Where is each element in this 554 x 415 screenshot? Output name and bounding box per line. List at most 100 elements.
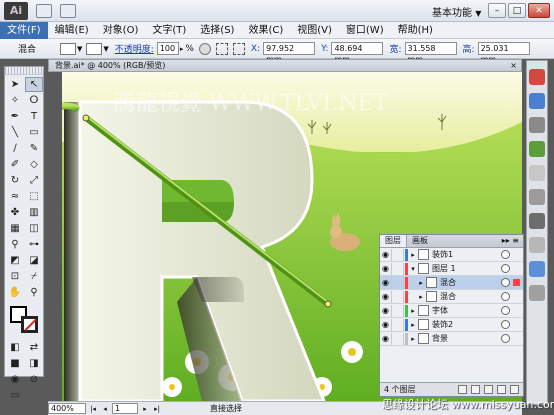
lock-toggle-icon[interactable] (392, 332, 404, 345)
layer-row[interactable]: ◉ ▸ 背景 (380, 332, 523, 346)
anchor-point[interactable] (324, 300, 332, 308)
layer-row[interactable]: ◉ ▸ 装饰1 (380, 248, 523, 262)
layer-row[interactable]: ◉ ▸ 装饰2 (380, 318, 523, 332)
lasso-tool-icon[interactable]: ⵔ (25, 93, 43, 108)
prev-page-icon[interactable]: ◂ (100, 404, 110, 414)
fill-stroke-widget[interactable] (7, 306, 43, 334)
stroke-swatch[interactable] (86, 42, 103, 55)
minimize-button[interactable]: – (488, 3, 506, 18)
chevron-down-icon[interactable]: ▼ (103, 45, 108, 53)
menu-view[interactable]: 视图(V) (290, 22, 339, 39)
workspace-switcher[interactable]: 基本功能 ▼ (432, 4, 481, 19)
eyedropper-tool-icon[interactable]: ⚲ (6, 237, 24, 252)
tab-layers[interactable]: 图层 (380, 235, 407, 247)
anchor-point[interactable] (82, 114, 90, 122)
pencil-tool-icon[interactable]: ✎ (25, 141, 43, 156)
clipping-mask-icon[interactable] (471, 385, 480, 394)
menu-window[interactable]: 窗口(W) (339, 22, 391, 39)
target-circle-icon[interactable] (501, 320, 510, 329)
none-mode-icon[interactable]: ⊘ (25, 372, 43, 387)
scale-tool-icon[interactable]: ⤢ (25, 173, 43, 188)
layer-row[interactable]: ◉ ▸ 混合 (380, 290, 523, 304)
chevron-right-icon[interactable]: ▸ (416, 279, 426, 287)
target-circle-icon[interactable] (501, 264, 510, 273)
graph-tool-icon[interactable]: ▥ (25, 205, 43, 220)
tab-artboards[interactable]: 画板 (407, 235, 433, 247)
gradient-mode-icon[interactable]: ◨ (25, 356, 43, 371)
visibility-eye-icon[interactable]: ◉ (380, 318, 392, 331)
color-mode-icon[interactable]: ■ (6, 356, 24, 371)
stroke-panel-icon[interactable] (529, 165, 545, 181)
menu-edit[interactable]: 编辑(E) (48, 22, 96, 39)
line-tool-icon[interactable]: ╲ (6, 125, 24, 140)
target-circle-icon[interactable] (501, 250, 510, 259)
layers-panel-icon[interactable] (529, 261, 545, 277)
screen-mode-icon[interactable]: ▭ (6, 388, 24, 403)
chevron-down-icon[interactable]: ▼ (77, 45, 82, 53)
menu-help[interactable]: 帮助(H) (391, 22, 440, 39)
type-tool-icon[interactable]: T (25, 109, 43, 124)
chevron-right-icon[interactable]: ▸ (408, 321, 418, 329)
zoom-input[interactable]: 400% (48, 403, 86, 414)
visibility-eye-icon[interactable]: ◉ (380, 276, 392, 289)
menu-type[interactable]: 文字(T) (145, 22, 193, 39)
appearance-panel-icon[interactable] (529, 237, 545, 253)
lock-toggle-icon[interactable] (392, 262, 404, 275)
document-tab[interactable]: 背景.ai* @ 400% (RGB/预览) × (48, 59, 522, 72)
swap-colors-icon[interactable]: ⇄ (25, 340, 43, 355)
fill-swatch[interactable] (60, 42, 77, 55)
artboard-tool-icon[interactable]: ⊡ (6, 269, 24, 284)
eraser-tool-icon[interactable]: ◇ (25, 157, 43, 172)
close-button[interactable]: ✕ (528, 3, 550, 18)
locate-object-icon[interactable] (458, 385, 467, 394)
draw-mode-icon[interactable]: ◉ (6, 372, 24, 387)
trash-icon[interactable] (510, 385, 519, 394)
chevron-right-icon[interactable]: ▸ (408, 251, 418, 259)
first-page-icon[interactable]: |◂ (88, 404, 98, 414)
selection-tool-icon[interactable]: ➤ (6, 77, 24, 92)
arrange-documents-icon[interactable] (60, 3, 76, 18)
lock-toggle-icon[interactable] (392, 318, 404, 331)
align-icon[interactable] (215, 42, 228, 55)
last-page-icon[interactable]: ▸| (152, 404, 162, 414)
reference-point-icon[interactable] (232, 42, 245, 55)
brushes-panel-icon[interactable] (529, 117, 545, 133)
visibility-eye-icon[interactable]: ◉ (380, 332, 392, 345)
color-panel-icon[interactable] (529, 69, 545, 85)
blob-brush-tool-icon[interactable]: ✐ (6, 157, 24, 172)
recolor-icon[interactable] (198, 42, 211, 55)
visibility-eye-icon[interactable]: ◉ (380, 248, 392, 261)
visibility-eye-icon[interactable]: ◉ (380, 290, 392, 303)
lock-toggle-icon[interactable] (392, 276, 404, 289)
target-circle-icon[interactable] (501, 278, 510, 287)
chevron-right-icon[interactable]: ▸ (408, 335, 418, 343)
warp-tool-icon[interactable]: ≈ (6, 189, 24, 204)
height-input[interactable]: 25.031 mm (477, 42, 530, 64)
layer-row[interactable]: ◉ ▾ 图层 1 (380, 262, 523, 276)
width-input[interactable]: 31.558 mm (404, 42, 457, 64)
visibility-eye-icon[interactable]: ◉ (380, 304, 392, 317)
menu-object[interactable]: 对象(O) (96, 22, 146, 39)
symbol-sprayer-tool-icon[interactable]: ✤ (6, 205, 24, 220)
gradient-tool-icon[interactable]: ◫ (25, 221, 43, 236)
rectangle-tool-icon[interactable]: ▭ (25, 125, 43, 140)
live-paint-selection-icon[interactable]: ◪ (25, 253, 43, 268)
magic-wand-tool-icon[interactable]: ✧ (6, 93, 24, 108)
maximize-button[interactable]: □ (508, 3, 526, 18)
pen-tool-icon[interactable]: ✒ (6, 109, 24, 124)
target-circle-icon[interactable] (501, 292, 510, 301)
gradient-panel-icon[interactable] (529, 189, 545, 205)
hand-tool-icon[interactable]: ✋ (6, 285, 24, 300)
free-transform-tool-icon[interactable]: ⬚ (25, 189, 43, 204)
y-input[interactable]: 48.694 mm (331, 42, 384, 64)
menu-file[interactable]: 文件(F) (0, 21, 48, 39)
direct-selection-tool-icon[interactable]: ↖ (25, 77, 43, 92)
panel-grip[interactable] (5, 67, 43, 75)
page-input[interactable]: 1 (112, 403, 138, 414)
symbols-panel-icon[interactable] (529, 141, 545, 157)
lock-toggle-icon[interactable] (392, 290, 404, 303)
live-paint-tool-icon[interactable]: ◩ (6, 253, 24, 268)
new-layer-icon[interactable] (497, 385, 506, 394)
x-input[interactable]: 97.952 mm (263, 42, 316, 64)
bridge-icon[interactable] (36, 3, 52, 18)
